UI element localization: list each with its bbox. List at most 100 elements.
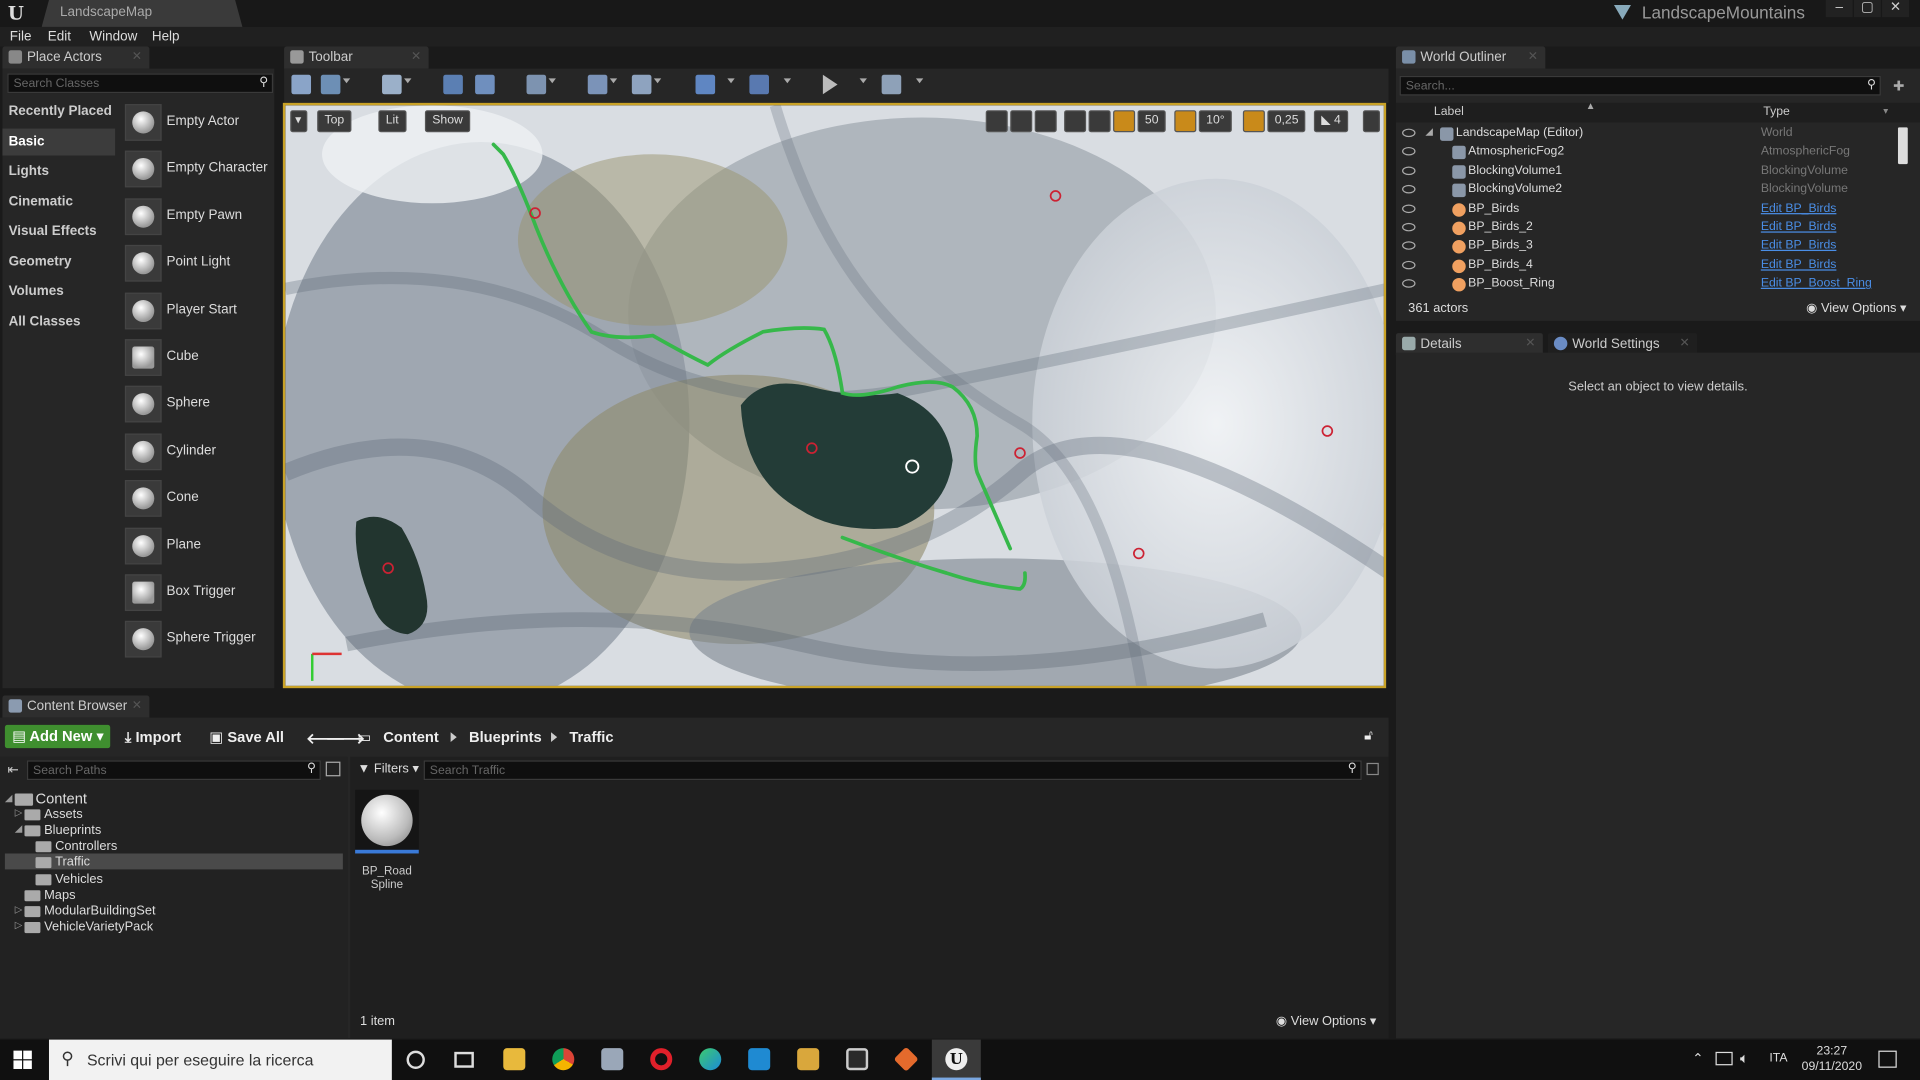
cortana-icon[interactable]	[406, 1050, 425, 1069]
save-level-icon[interactable]	[291, 74, 312, 95]
grid-snap-icon[interactable]	[1113, 110, 1136, 133]
level-viewport[interactable]: ▾ Top Lit Show 50 10° 0,25 ◣ 4	[282, 102, 1387, 689]
viewport-options-button[interactable]: ▾	[290, 110, 308, 133]
search-assets-input[interactable]: Search Traffic ⚲	[423, 760, 1362, 781]
actor-sphere[interactable]: Sphere	[124, 384, 274, 426]
folder-icon[interactable]: ▭	[358, 729, 372, 746]
modes-icon[interactable]	[382, 74, 402, 95]
terminal-icon[interactable]	[846, 1048, 869, 1071]
close-tab-icon[interactable]: ✕	[132, 699, 142, 712]
breadcrumb-blueprints[interactable]: Blueprints	[469, 729, 542, 746]
column-options-icon[interactable]: ▾	[1883, 105, 1888, 116]
category-cinematic[interactable]: Cinematic	[2, 189, 115, 216]
outliner-row[interactable]: AtmosphericFog2 AtmosphericFog	[1396, 144, 1898, 162]
close-tab-icon[interactable]: ✕	[1525, 337, 1535, 350]
rotation-snap-icon[interactable]	[1174, 110, 1197, 133]
add-filter-icon[interactable]: ✚	[1893, 78, 1904, 95]
menu-edit[interactable]: Edit	[48, 29, 71, 44]
chrome-icon[interactable]	[552, 1048, 575, 1071]
folder-assets[interactable]: Assets	[44, 807, 83, 822]
expand-arrow-icon[interactable]: ◢	[1425, 126, 1433, 137]
scale-snap-value[interactable]: 0,25	[1267, 110, 1306, 133]
volume-icon[interactable]: 🔈︎	[1740, 1049, 1749, 1067]
close-tab-icon[interactable]: ✕	[132, 50, 142, 63]
outliner-row[interactable]: BlockingVolume1 BlockingVolume	[1396, 163, 1898, 181]
opera-icon[interactable]	[650, 1048, 673, 1071]
camera-speed-button[interactable]: ◣ 4	[1313, 110, 1349, 133]
cinematics-icon[interactable]	[631, 74, 652, 95]
expand-arrow-icon[interactable]: ▷	[15, 807, 23, 818]
actor-empty-pawn[interactable]: Empty Pawn	[124, 196, 274, 238]
menu-file[interactable]: File	[10, 29, 32, 44]
clock[interactable]: 23:27 09/11/2020	[1800, 1043, 1864, 1075]
outliner-row[interactable]: BP_Birds_3 Edit BP_Birds	[1396, 238, 1898, 256]
category-recently-placed[interactable]: Recently Placed	[2, 98, 115, 125]
app-icon-2[interactable]	[797, 1048, 820, 1071]
col-label[interactable]: Label	[1434, 105, 1464, 118]
outliner-row[interactable]: BP_Birds_4 Edit BP_Birds	[1396, 257, 1898, 275]
taskbar-search-box[interactable]: ⚲ Scrivi qui per eseguire la ricerca	[48, 1039, 392, 1080]
outliner-row[interactable]: LandscapeMap (Editor) World ◢	[1396, 125, 1898, 143]
filters-button[interactable]: ▼ Filters ▾	[358, 762, 419, 777]
outliner-scrollbar[interactable]	[1897, 127, 1908, 165]
folder-controllers[interactable]: Controllers	[55, 839, 117, 854]
maximize-viewport-icon[interactable]	[1362, 110, 1381, 133]
play-icon[interactable]	[822, 74, 838, 95]
outliner-view-options[interactable]: ◉ View Options ▾	[1806, 301, 1906, 316]
category-basic[interactable]: Basic	[2, 128, 116, 156]
folder-blueprints[interactable]: Blueprints	[44, 823, 101, 838]
close-tab-icon[interactable]: ✕	[1528, 50, 1538, 63]
category-visual-effects[interactable]: Visual Effects	[2, 218, 115, 245]
unreal-taskbar-button[interactable]: U	[931, 1039, 981, 1080]
folder-content[interactable]: Content	[36, 790, 87, 807]
close-button[interactable]: ✕	[1882, 0, 1909, 18]
visibility-eye-icon[interactable]	[1402, 241, 1416, 251]
visibility-eye-icon[interactable]	[1402, 185, 1416, 194]
show-flags-button[interactable]: Show	[424, 110, 471, 133]
notifications-icon[interactable]	[1878, 1050, 1897, 1068]
tab-content-browser[interactable]: Content Browser ✕	[2, 695, 150, 718]
file-explorer-icon[interactable]	[503, 1048, 526, 1071]
app-icon[interactable]	[601, 1048, 624, 1071]
lock-icon[interactable]: 🔓︎	[1364, 729, 1373, 745]
menu-window[interactable]: Window	[89, 29, 137, 44]
minimize-button[interactable]: –	[1825, 0, 1853, 18]
category-geometry[interactable]: Geometry	[2, 249, 115, 276]
expand-arrow-icon[interactable]: ▷	[15, 903, 23, 914]
add-new-button[interactable]: ▤ Add New ▾	[4, 724, 111, 749]
visibility-eye-icon[interactable]	[1402, 222, 1416, 232]
folder-traffic[interactable]: Traffic	[55, 855, 90, 870]
folder-modularbuildingset[interactable]: ModularBuildingSet	[44, 903, 156, 918]
scale-tool-icon[interactable]	[1034, 110, 1057, 133]
expand-arrow-icon[interactable]: ◢	[15, 823, 23, 834]
edit-blueprint-link[interactable]: Edit BP_Birds	[1761, 239, 1837, 252]
asset-bp-road-spline[interactable]	[355, 789, 419, 854]
rotation-snap-value[interactable]: 10°	[1198, 110, 1232, 133]
view-mode-button[interactable]: Top	[317, 110, 352, 133]
world-local-icon[interactable]	[1064, 110, 1087, 133]
close-tab-icon[interactable]: ✕	[411, 50, 421, 63]
actor-box-trigger[interactable]: Box Trigger	[124, 572, 274, 614]
outliner-row[interactable]: BlockingVolume2 BlockingVolume	[1396, 181, 1898, 199]
maximize-button[interactable]: ▢	[1853, 0, 1881, 18]
col-type[interactable]: Type	[1763, 105, 1790, 118]
search-paths-input[interactable]: Search Paths ⚲	[26, 760, 321, 781]
actor-player-start[interactable]: Player Start	[124, 290, 274, 332]
asset-view-options[interactable]: ◉ View Options ▾	[1276, 1014, 1376, 1029]
scale-snap-icon[interactable]	[1242, 110, 1265, 133]
windows-start-icon[interactable]	[13, 1050, 32, 1069]
expand-arrow-icon[interactable]: ▷	[15, 919, 23, 930]
sources-toggle-icon[interactable]: ⇤	[7, 762, 23, 778]
edit-blueprint-link[interactable]: Edit BP_Boost_Ring	[1761, 277, 1872, 290]
actor-empty-actor[interactable]: Empty Actor	[124, 102, 274, 144]
tab-world-outliner[interactable]: World Outliner ✕	[1395, 46, 1546, 69]
menu-help[interactable]: Help	[152, 29, 180, 44]
git-icon[interactable]	[893, 1046, 919, 1072]
folder-vehicles[interactable]: Vehicles	[55, 871, 103, 886]
outliner-row[interactable]: BP_Boost_Ring Edit BP_Boost_Ring	[1396, 276, 1898, 294]
surface-snap-icon[interactable]	[1088, 110, 1111, 133]
actor-plane[interactable]: Plane	[124, 525, 274, 567]
actor-sphere-trigger[interactable]: Sphere Trigger	[124, 619, 274, 661]
category-all-classes[interactable]: All Classes	[2, 309, 115, 336]
level-tab[interactable]: LandscapeMap	[41, 0, 243, 27]
